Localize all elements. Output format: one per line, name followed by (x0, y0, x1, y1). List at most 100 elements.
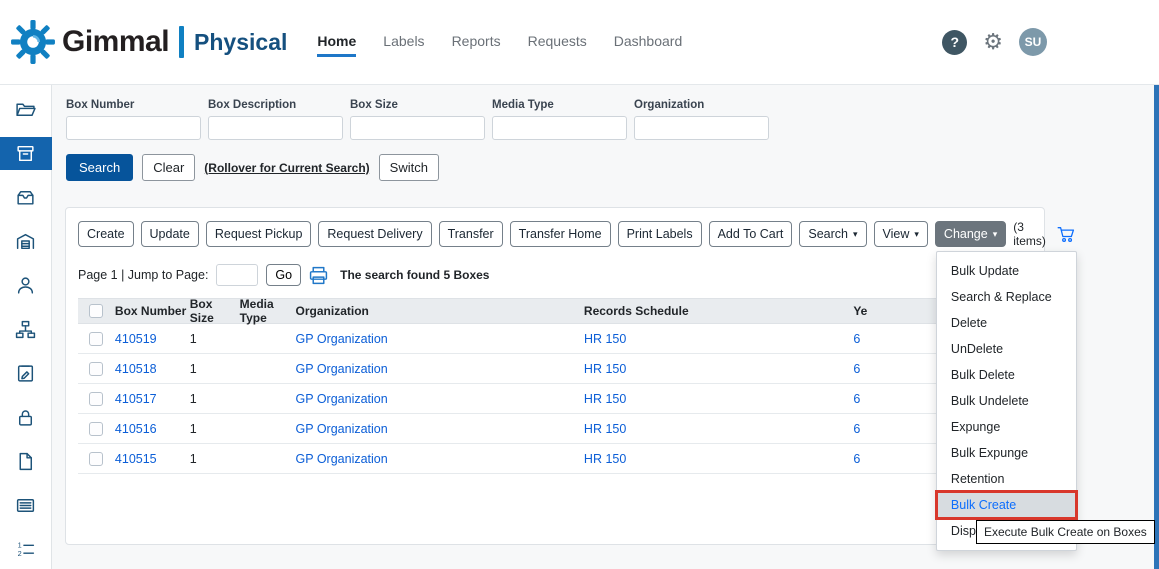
organization-link[interactable]: GP Organization (296, 392, 388, 406)
column-header-organization[interactable]: Organization (296, 304, 584, 318)
media-type-input[interactable] (492, 116, 627, 140)
menu-item-bulk-expunge[interactable]: Bulk Expunge (937, 440, 1076, 466)
organization-link[interactable]: GP Organization (296, 362, 388, 376)
menu-item-undelete[interactable]: UnDelete (937, 336, 1076, 362)
sidebar-item-tasks[interactable] (0, 357, 52, 390)
sidebar-item-documents[interactable] (0, 445, 52, 478)
sidebar-item-warehouse[interactable] (0, 225, 52, 258)
user-avatar[interactable]: SU (1019, 28, 1047, 56)
box-number-link[interactable]: 410517 (115, 392, 157, 406)
filter-box-description: Box Description (208, 99, 343, 140)
brand-logo[interactable]: Gimmal Physical (0, 19, 287, 65)
jump-to-page-input[interactable] (216, 264, 258, 286)
box-description-input[interactable] (208, 116, 343, 140)
printer-icon[interactable] (309, 266, 328, 285)
sidebar-item-folders[interactable] (0, 93, 52, 126)
menu-item-bulk-update[interactable]: Bulk Update (937, 258, 1076, 284)
go-button[interactable]: Go (266, 264, 301, 286)
nav-item-dashboard[interactable]: Dashboard (614, 33, 683, 55)
box-number-link[interactable]: 410515 (115, 452, 157, 466)
brand-divider (179, 26, 184, 58)
request-delivery-button[interactable]: Request Delivery (318, 221, 431, 247)
pagination-row: Page 1 | Jump to Page: Go The search fou… (78, 264, 1032, 286)
year-cell[interactable]: 6 (853, 392, 860, 406)
app-window: Gimmal Physical Home Labels Reports Requ… (0, 0, 1159, 569)
records-schedule-link[interactable]: HR 150 (584, 452, 626, 466)
results-panel: Create Update Request Pickup Request Del… (65, 207, 1045, 545)
search-dropdown-button[interactable]: Search ▾ (799, 221, 866, 247)
menu-item-bulk-undelete[interactable]: Bulk Undelete (937, 388, 1076, 414)
sidebar-item-numbering[interactable]: 1 2 (0, 533, 52, 566)
year-cell[interactable]: 6 (853, 452, 860, 466)
sidebar-item-users[interactable] (0, 269, 52, 302)
sidebar-item-reports-list[interactable] (0, 489, 52, 522)
request-pickup-button[interactable]: Request Pickup (206, 221, 312, 247)
search-result-summary: The search found 5 Boxes (340, 268, 489, 282)
nav-item-home[interactable]: Home (317, 33, 356, 55)
menu-item-retention[interactable]: Retention (937, 466, 1076, 492)
column-header-records-schedule[interactable]: Records Schedule (584, 304, 853, 318)
org-chart-icon (15, 319, 36, 340)
update-button[interactable]: Update (141, 221, 199, 247)
search-button[interactable]: Search (66, 154, 133, 181)
menu-item-search-replace[interactable]: Search & Replace (937, 284, 1076, 310)
box-number-link[interactable]: 410519 (115, 332, 157, 346)
view-dropdown-button[interactable]: View ▾ (874, 221, 928, 247)
organization-link[interactable]: GP Organization (296, 422, 388, 436)
menu-item-bulk-create[interactable]: Bulk Create (937, 492, 1076, 518)
menu-item-delete[interactable]: Delete (937, 310, 1076, 336)
sidebar-item-security[interactable] (0, 401, 52, 434)
filter-actions: Search Clear (Rollover for Current Searc… (66, 154, 439, 181)
rollover-current-search-link[interactable]: (Rollover for Current Search) (204, 161, 369, 175)
organization-link[interactable]: GP Organization (296, 332, 388, 346)
box-number-input[interactable] (66, 116, 201, 140)
filter-label: Box Description (208, 99, 343, 111)
select-all-checkbox[interactable] (89, 304, 103, 318)
nav-item-requests[interactable]: Requests (528, 33, 587, 55)
column-header-box-number[interactable]: Box Number (115, 304, 190, 318)
records-schedule-link[interactable]: HR 150 (584, 362, 626, 376)
print-labels-button[interactable]: Print Labels (618, 221, 702, 247)
create-button[interactable]: Create (78, 221, 134, 247)
help-icon[interactable]: ? (942, 30, 967, 55)
transfer-home-button[interactable]: Transfer Home (510, 221, 611, 247)
clear-button[interactable]: Clear (142, 154, 195, 181)
add-to-cart-button[interactable]: Add To Cart (709, 221, 793, 247)
year-cell[interactable]: 6 (853, 422, 860, 436)
settings-gear-icon[interactable]: ⚙ (983, 31, 1003, 53)
sidebar-item-boxes[interactable] (0, 137, 52, 170)
row-checkbox[interactable] (89, 332, 103, 346)
transfer-button[interactable]: Transfer (439, 221, 503, 247)
bulk-create-tooltip: Execute Bulk Create on Boxes (976, 520, 1155, 544)
row-checkbox[interactable] (89, 362, 103, 376)
change-dropdown-button[interactable]: Change ▾ Bulk Update Search & Replace De… (935, 221, 1006, 247)
menu-item-bulk-delete[interactable]: Bulk Delete (937, 362, 1076, 388)
filter-label: Organization (634, 99, 769, 111)
year-cell[interactable]: 6 (853, 332, 860, 346)
switch-button[interactable]: Switch (379, 154, 439, 181)
year-cell[interactable]: 6 (853, 362, 860, 376)
organization-link[interactable]: GP Organization (296, 452, 388, 466)
nav-item-reports[interactable]: Reports (452, 33, 501, 55)
button-label: Add To Cart (718, 227, 784, 241)
records-schedule-link[interactable]: HR 150 (584, 422, 626, 436)
organization-input[interactable] (634, 116, 769, 140)
records-schedule-link[interactable]: HR 150 (584, 392, 626, 406)
tray-icon (15, 187, 36, 208)
top-header: Gimmal Physical Home Labels Reports Requ… (0, 0, 1159, 85)
change-menu: Bulk Update Search & Replace Delete UnDe… (936, 251, 1077, 551)
box-size-input[interactable] (350, 116, 485, 140)
column-header-media-type[interactable]: Media Type (240, 297, 296, 325)
box-number-link[interactable]: 410516 (115, 422, 157, 436)
records-schedule-link[interactable]: HR 150 (584, 332, 626, 346)
nav-item-labels[interactable]: Labels (383, 33, 424, 55)
row-checkbox[interactable] (89, 392, 103, 406)
menu-item-expunge[interactable]: Expunge (937, 414, 1076, 440)
sidebar-item-files[interactable] (0, 181, 52, 214)
column-header-box-size[interactable]: Box Size (190, 297, 240, 325)
row-checkbox[interactable] (89, 422, 103, 436)
cart-icon[interactable] (1057, 224, 1076, 245)
row-checkbox[interactable] (89, 452, 103, 466)
sidebar-item-organizations[interactable] (0, 313, 52, 346)
box-number-link[interactable]: 410518 (115, 362, 157, 376)
